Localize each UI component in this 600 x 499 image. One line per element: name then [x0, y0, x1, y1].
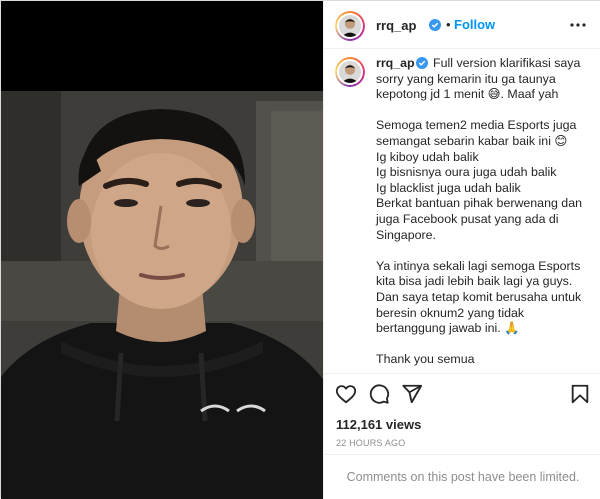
- caption-gap: [376, 243, 590, 259]
- action-bar: [324, 373, 600, 413]
- verified-badge-icon: [415, 57, 428, 69]
- avatar-image: [339, 61, 361, 83]
- person-video-still: [1, 91, 323, 499]
- verified-badge-icon: [429, 19, 441, 31]
- caption-text: Ig bisnisnya oura juga udah balik: [376, 165, 557, 180]
- header-separator: •: [446, 17, 451, 32]
- post-timestamp[interactable]: 22 HOURS AGO: [336, 438, 405, 448]
- avatar-image: [339, 15, 361, 37]
- caption-text: Semoga temen2 media Esports juga semanga…: [376, 118, 577, 148]
- caption-text: Ya intinya sekali lagi semoga Esports ki…: [376, 258, 582, 336]
- share-icon[interactable]: [401, 383, 423, 405]
- post-modal: rrq_ap • Follow rrq_ap Full version klar…: [0, 0, 600, 499]
- heart-icon[interactable]: [335, 383, 357, 405]
- post-media[interactable]: [1, 1, 323, 499]
- caption-section: rrq_ap Full version klarifikasi saya sor…: [324, 49, 600, 373]
- caption-line-1: rrq_ap Full version klarifikasi saya sor…: [376, 56, 590, 103]
- person-icon: [339, 15, 361, 37]
- author-username[interactable]: rrq_ap: [376, 18, 416, 33]
- person-icon: [339, 61, 361, 83]
- comments-limited-notice: Comments on this post have been limited.: [324, 454, 600, 499]
- more-options-icon[interactable]: [568, 15, 588, 35]
- view-count[interactable]: 112,161 views: [336, 417, 421, 432]
- comment-icon[interactable]: [368, 383, 390, 405]
- post-caption: rrq_ap Full version klarifikasi saya sor…: [376, 56, 590, 368]
- caption-gap: [376, 337, 590, 353]
- caption-text: Ig blacklist juga udah balik: [376, 180, 521, 195]
- caption-gap: [376, 103, 590, 119]
- post-header: rrq_ap • Follow: [324, 1, 600, 49]
- author-avatar[interactable]: [335, 11, 365, 41]
- caption-text: Berkat bantuan pihak berwenang dan juga …: [376, 196, 582, 242]
- follow-button[interactable]: Follow: [454, 17, 495, 32]
- bookmark-icon[interactable]: [569, 383, 591, 405]
- caption-username[interactable]: rrq_ap: [376, 56, 415, 70]
- video-frame[interactable]: [1, 91, 323, 499]
- caption-text: Thank you semua: [376, 352, 475, 367]
- caption-text: Ig kiboy udah balik: [376, 149, 479, 164]
- caption-author-avatar[interactable]: [335, 57, 365, 87]
- post-side-panel: rrq_ap • Follow rrq_ap Full version klar…: [323, 1, 600, 499]
